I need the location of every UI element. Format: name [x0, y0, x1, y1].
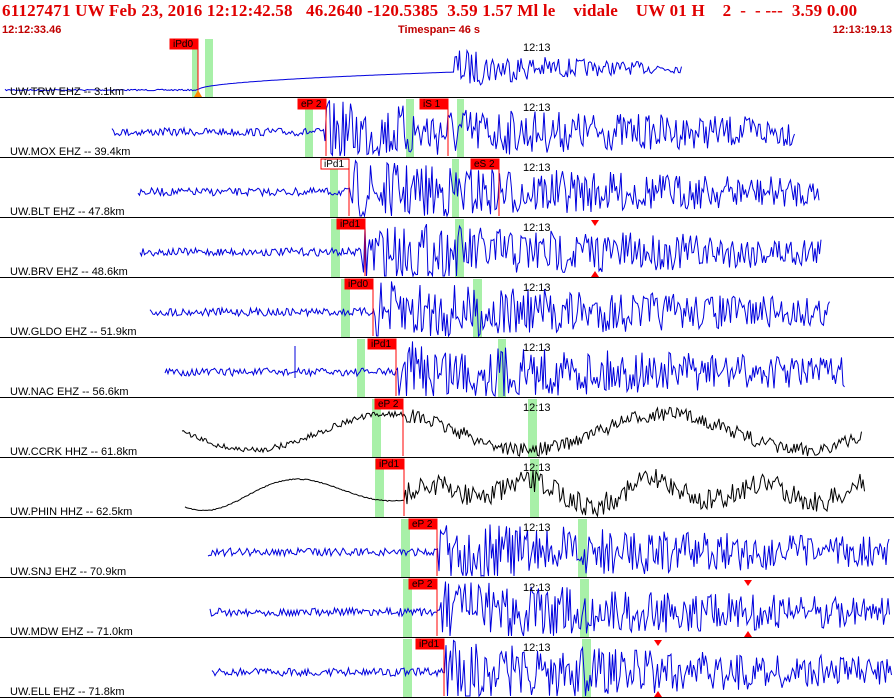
time-tick: 12:13: [523, 342, 551, 354]
timespan: Timespan= 46 s: [398, 24, 481, 36]
time-tick: 12:13: [523, 402, 551, 414]
pick-label: eP 2: [378, 399, 399, 410]
pick-label: iPd0: [173, 39, 193, 50]
station-label: UW.MOX EHZ -- 39.4km: [10, 146, 130, 158]
station-label: UW.SNJ EHZ -- 70.9km: [10, 566, 126, 578]
station-label: UW.BLT EHZ -- 47.8km: [10, 206, 125, 218]
time-tick: 12:13: [523, 102, 551, 114]
event-title: 61127471 UW Feb 23, 2016 12:12:42.58 46.…: [2, 1, 858, 20]
waveform[interactable]: [181, 406, 862, 457]
pick-label: eP 2: [412, 519, 433, 530]
trace-row[interactable]: iPd1 12:13 UW.PHIN HHZ -- 62.5km: [0, 458, 894, 518]
trace-row[interactable]: iPd1 12:13 UW.NAC EHZ -- 56.6km: [0, 338, 894, 398]
trace-row[interactable]: iPd1 12:13 UW.ELL EHZ -- 71.8km: [0, 638, 894, 698]
waveform[interactable]: [149, 281, 830, 338]
time-tick: 12:13: [523, 462, 551, 474]
trace-row[interactable]: iPd0 12:13 UW.TRW EHZ -- 3.1km: [0, 38, 894, 98]
waveform[interactable]: [139, 224, 822, 278]
station-label: UW.ELL EHZ -- 71.8km: [10, 686, 125, 698]
time-tick: 12:13: [523, 522, 551, 534]
pick-window: [357, 339, 365, 397]
amp-marker-top: [591, 220, 599, 226]
pick-window: [205, 39, 213, 97]
pick-label: iPd1: [340, 219, 360, 230]
time-tick: 12:13: [523, 162, 551, 174]
waveform[interactable]: [211, 639, 892, 698]
amp-marker-bottom: [591, 271, 599, 277]
trace-row[interactable]: eP 2 12:13 UW.CCRK HHZ -- 61.8km: [0, 398, 894, 458]
time-tick: 12:13: [523, 42, 551, 54]
waveform[interactable]: [111, 100, 795, 157]
start-time: 12:12:33.46: [2, 24, 62, 36]
station-label: UW.TRW EHZ -- 3.1km: [10, 86, 124, 98]
end-time: 12:13:19.13: [832, 24, 892, 36]
pick-label: iPd0: [348, 279, 368, 290]
station-label: UW.BRV EHZ -- 48.6km: [10, 266, 128, 278]
station-label: UW.GLDO EHZ -- 51.9km: [10, 326, 137, 338]
pick-label: iPd1: [324, 159, 344, 170]
trace-row[interactable]: eP 2 12:13 UW.MDW EHZ -- 71.0km: [0, 578, 894, 638]
trace-row[interactable]: iPd1 eS 2 12:13 UW.BLT EHZ -- 47.8km: [0, 158, 894, 218]
amp-marker-bottom: [654, 691, 662, 697]
time-tick: 12:13: [523, 642, 551, 654]
amp-marker-bottom: [744, 631, 752, 637]
header-bar: 61127471 UW Feb 23, 2016 12:12:42.58 46.…: [0, 0, 894, 38]
pick-label: eP 2: [412, 579, 433, 590]
time-tick: 12:13: [523, 582, 551, 594]
pick-label: iPd1: [379, 459, 399, 470]
pick-label: eS 2: [474, 159, 495, 170]
waveform[interactable]: [4, 48, 682, 92]
pick-label: iPd1: [419, 639, 439, 650]
station-label: UW.PHIN HHZ -- 62.5km: [10, 506, 132, 518]
pick-label: eP 2: [301, 99, 322, 110]
amp-marker-top: [654, 640, 662, 646]
amp-marker-top: [744, 580, 752, 586]
trace-row[interactable]: iPd1 12:13 UW.BRV EHZ -- 48.6km: [0, 218, 894, 278]
station-label: UW.CCRK HHZ -- 61.8km: [10, 446, 137, 458]
waveform[interactable]: [184, 469, 865, 518]
trace-row[interactable]: iPd0 12:13 UW.GLDO EHZ -- 51.9km: [0, 278, 894, 338]
trace-row[interactable]: eP 2 12:13 UW.SNJ EHZ -- 70.9km: [0, 518, 894, 578]
trace-row[interactable]: eP 2 iS 1 12:13 UW.MOX EHZ -- 39.4km: [0, 98, 894, 158]
pick-label: iS 1: [423, 99, 441, 110]
pick-label: iPd1: [371, 339, 391, 350]
seismogram-panel[interactable]: iPd0 12:13 UW.TRW EHZ -- 3.1km eP 2 iS 1 12:1…: [0, 38, 894, 700]
station-label: UW.NAC EHZ -- 56.6km: [10, 386, 129, 398]
time-tick: 12:13: [523, 282, 551, 294]
time-tick: 12:13: [523, 222, 551, 234]
station-label: UW.MDW EHZ -- 71.0km: [10, 626, 133, 638]
